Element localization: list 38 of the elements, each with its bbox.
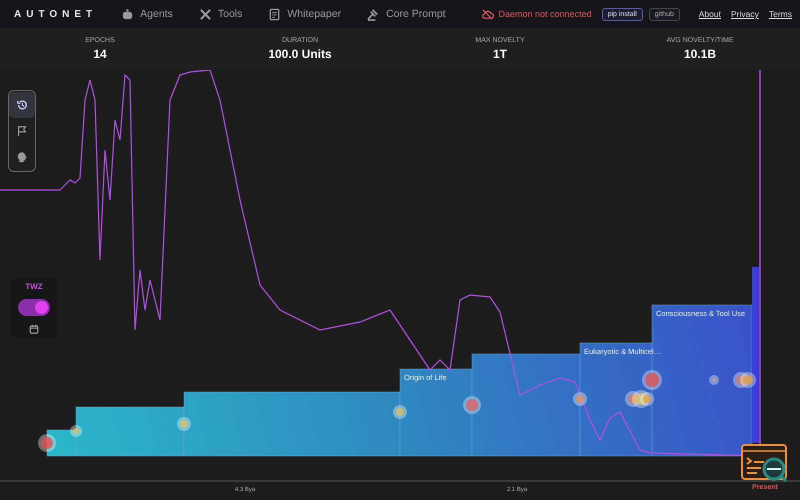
- stat-value: 100.0 Units: [268, 47, 332, 61]
- nav-link[interactable]: Whitepaper: [268, 8, 342, 20]
- event-dot[interactable]: [38, 434, 56, 452]
- nav-link[interactable]: Agents: [121, 8, 173, 20]
- epoch-block[interactable]: [400, 368, 472, 456]
- event-dot[interactable]: [393, 405, 407, 419]
- gavel-icon: [367, 8, 380, 20]
- footer-link[interactable]: Privacy: [730, 9, 759, 19]
- epoch-block[interactable]: [472, 354, 580, 456]
- epoch-block[interactable]: [76, 406, 184, 456]
- cloud-off-icon: [480, 8, 494, 20]
- nav-link[interactable]: Tools: [198, 8, 242, 20]
- epoch-block[interactable]: [46, 430, 76, 456]
- terminal-search-icon[interactable]: [741, 444, 789, 484]
- event-dot[interactable]: [177, 417, 191, 431]
- calendar-icon[interactable]: [29, 324, 39, 334]
- event-dot[interactable]: [70, 425, 82, 437]
- event-dot[interactable]: [573, 392, 587, 406]
- event-dot[interactable]: [463, 396, 481, 414]
- stat-value: 10.1B: [684, 47, 716, 61]
- history-icon: [16, 99, 28, 111]
- nav-link[interactable]: Core Prompt: [367, 8, 446, 20]
- flag-icon: [16, 125, 28, 137]
- event-dot[interactable]: [709, 375, 719, 385]
- logo[interactable]: AUTONET: [14, 8, 98, 20]
- twz-toggle[interactable]: [18, 299, 50, 316]
- stat-value: 14: [93, 47, 107, 61]
- tool-button[interactable]: [9, 92, 35, 118]
- footer-link[interactable]: Terms: [768, 9, 792, 19]
- footer-link[interactable]: About: [698, 9, 721, 19]
- document-icon: [268, 8, 282, 20]
- event-dot[interactable]: [640, 392, 654, 406]
- event-dot[interactable]: [642, 370, 662, 390]
- stat-value: 1T: [492, 47, 507, 61]
- twz-label: TWZ: [25, 282, 43, 291]
- head-icon: [16, 151, 28, 163]
- connection-status: Daemon not connected: [480, 8, 592, 20]
- event-dot[interactable]: [740, 372, 756, 388]
